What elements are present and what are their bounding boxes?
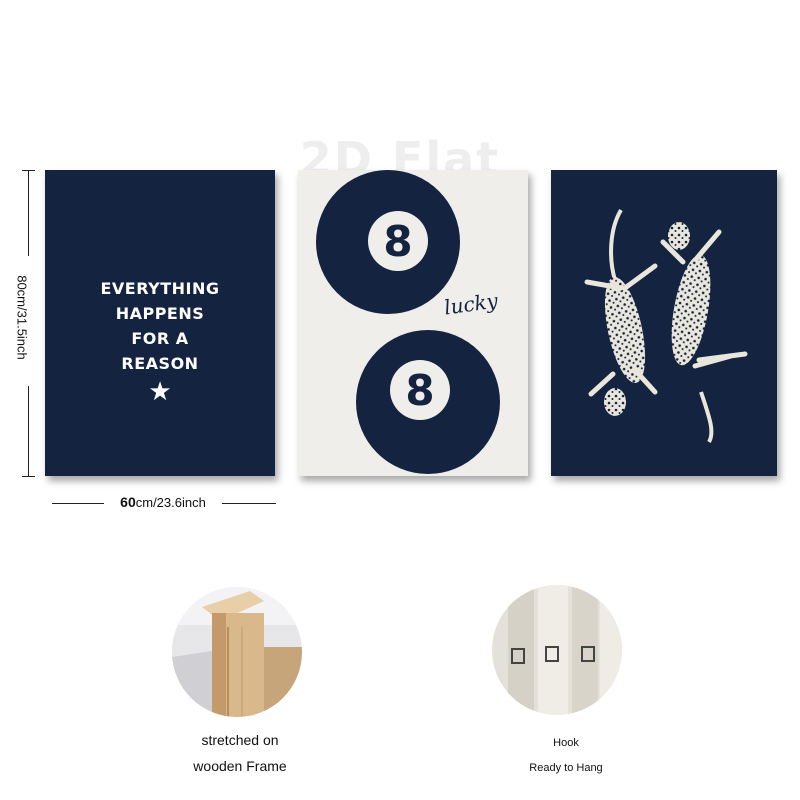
height-guide-cap-bottom bbox=[22, 476, 35, 477]
width-label-unit: cm/23.6inch bbox=[135, 495, 206, 510]
leopard-right-icon bbox=[660, 222, 748, 444]
quote-line: HAPPENS bbox=[115, 304, 205, 323]
frame-caption-line-2: wooden Frame bbox=[193, 758, 287, 774]
width-label: 60cm/23.6inch bbox=[104, 494, 222, 510]
star-icon: ★ bbox=[148, 376, 172, 406]
width-guide-line-right bbox=[222, 503, 276, 504]
hook-photo bbox=[492, 585, 622, 715]
eight-ball-artwork: 8 8 bbox=[316, 170, 500, 474]
wooden-frame-image bbox=[172, 587, 302, 717]
ball-number-top: 8 bbox=[383, 217, 412, 266]
quote-line: REASON bbox=[121, 354, 199, 373]
poster-leopards bbox=[551, 170, 777, 476]
ready-to-hang-caption: Ready to Hang bbox=[529, 762, 603, 774]
height-guide-cap-top bbox=[22, 170, 35, 171]
quote-line: FOR A bbox=[131, 329, 189, 348]
wooden-frame-photo bbox=[172, 587, 302, 717]
hook-image bbox=[492, 585, 622, 715]
height-label: 80cm/31.5inch bbox=[14, 257, 30, 378]
width-guide-line-left bbox=[52, 503, 104, 504]
frame-caption-line-1: stretched on bbox=[201, 732, 279, 748]
hook-caption: Hook bbox=[553, 737, 579, 749]
quote-line: EVERYTHING bbox=[100, 279, 220, 298]
leopards-artwork bbox=[584, 208, 748, 444]
quote-text: EVERYTHING HAPPENS FOR A REASON bbox=[45, 276, 275, 376]
poster-quote: EVERYTHING HAPPENS FOR A REASON ★ bbox=[45, 170, 275, 476]
poster-eight-ball: 8 8 lucky bbox=[298, 170, 528, 476]
ball-number-bottom: 8 bbox=[405, 366, 434, 415]
width-label-number: 60 bbox=[120, 494, 136, 510]
leopard-left-icon bbox=[584, 208, 658, 416]
